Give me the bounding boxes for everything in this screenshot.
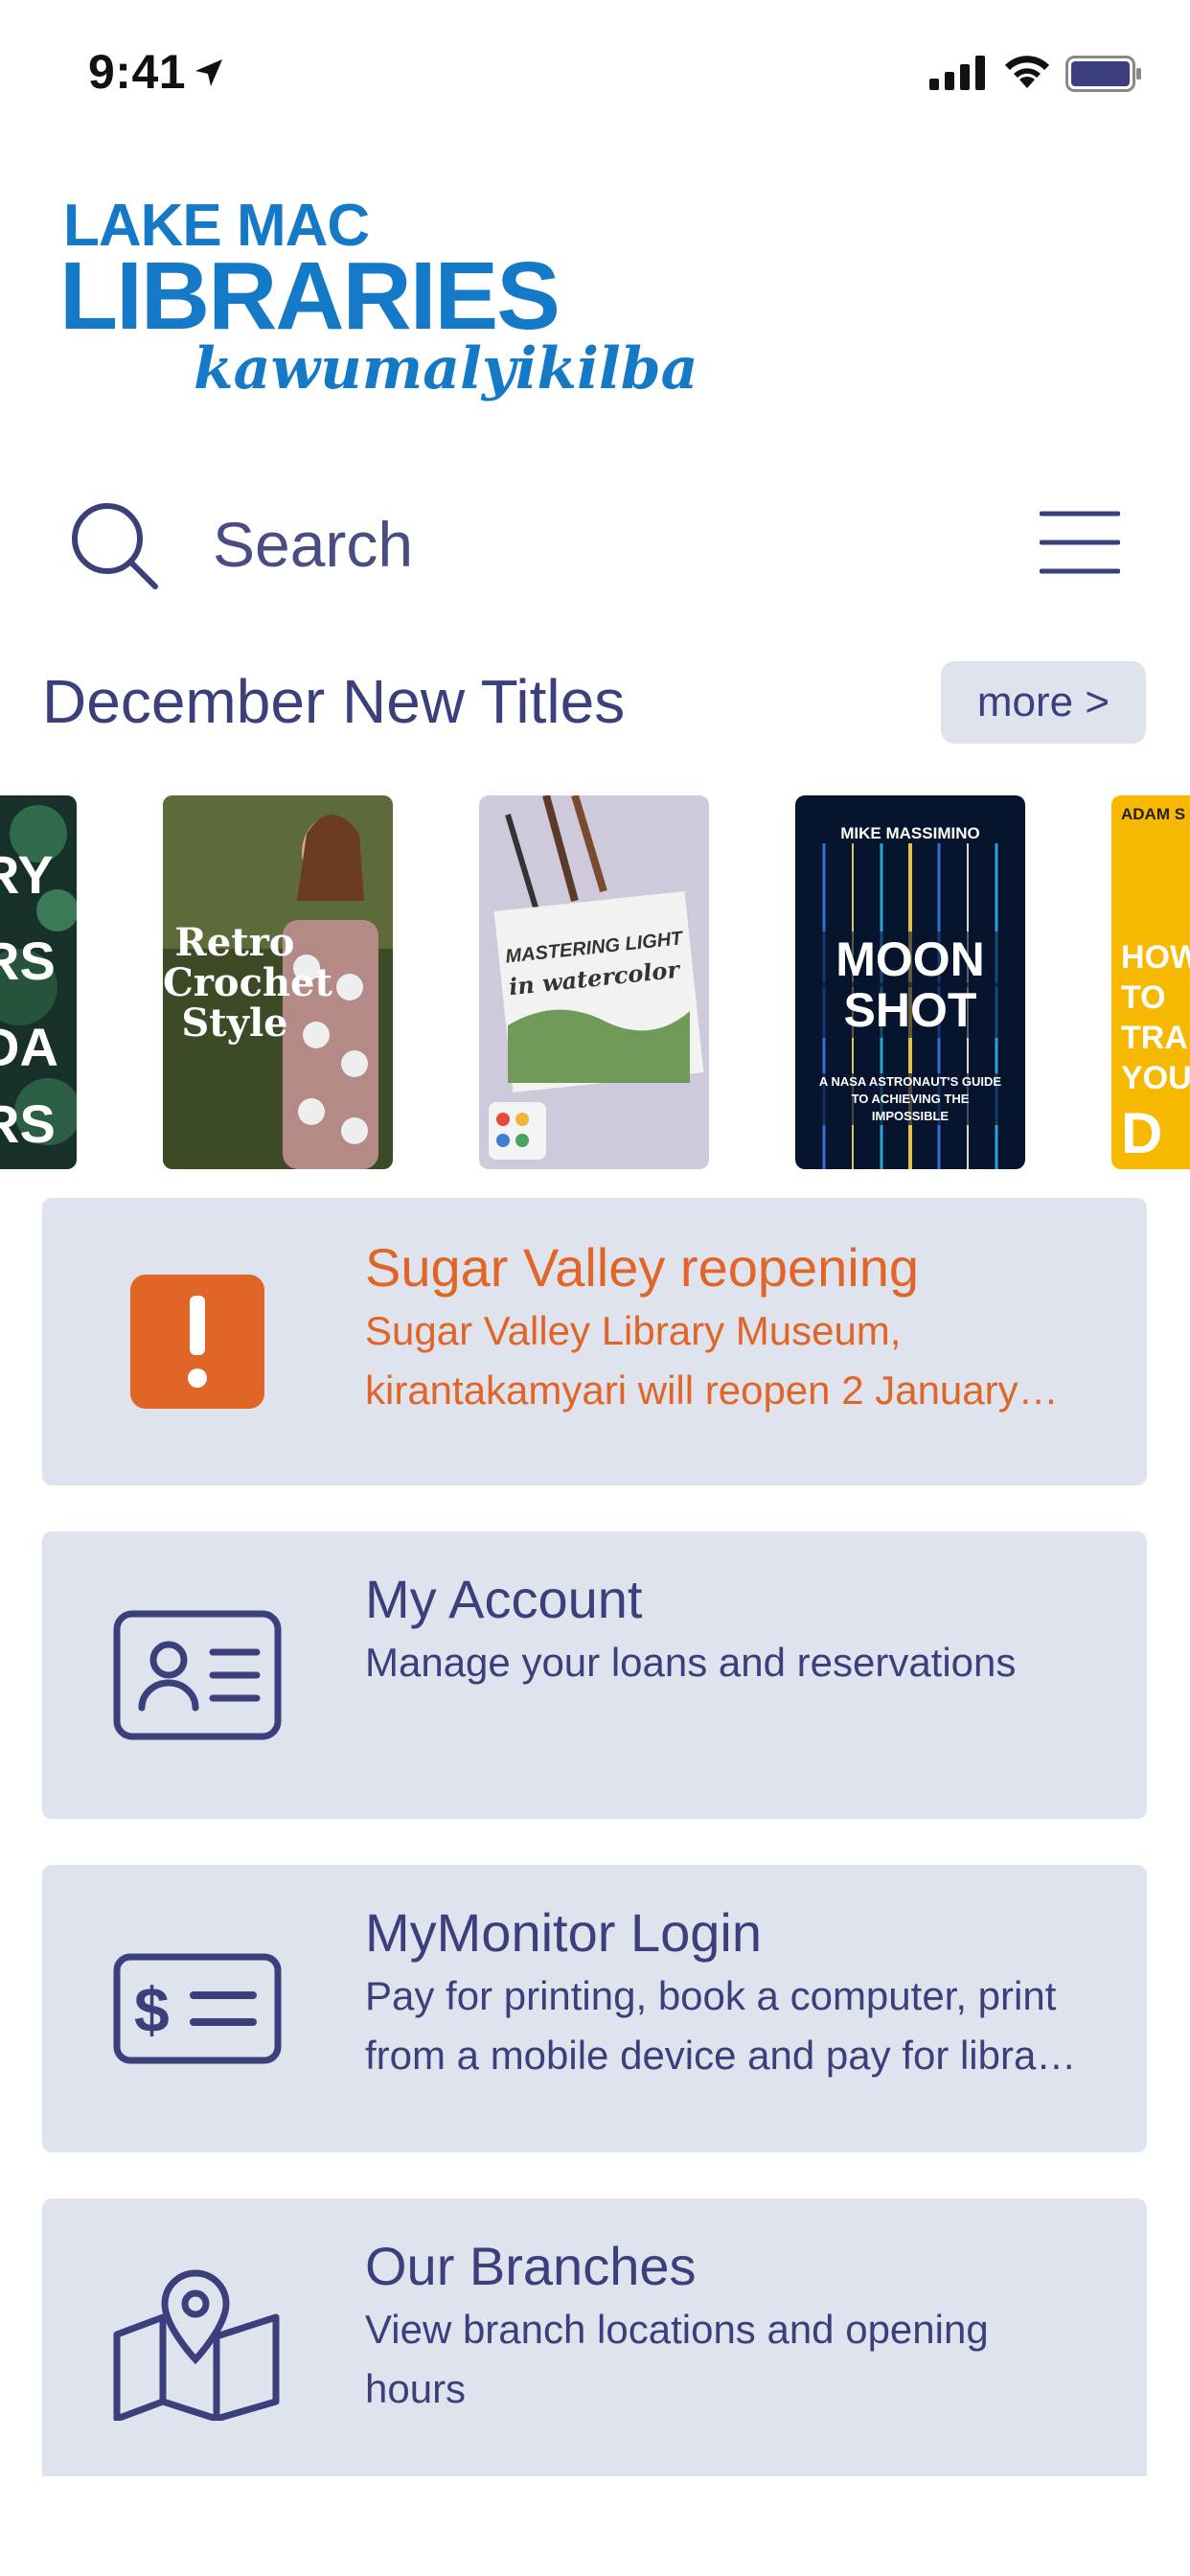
status-time: 9:41 xyxy=(88,45,187,99)
status-bar: 9:41 xyxy=(0,0,1190,144)
card-description: View branch locations and opening hours xyxy=(365,2300,1122,2419)
id-card-icon xyxy=(113,1610,282,1740)
battery-icon xyxy=(1065,56,1141,92)
wifi-icon xyxy=(1005,56,1049,88)
new-titles-carousel[interactable]: RY RS DA RS Retro Crochet Style xyxy=(0,795,1190,1169)
card-description-line: View branch locations and opening xyxy=(365,2307,989,2352)
cellular-signal-icon xyxy=(929,56,985,90)
logo-line-3: kawumalyikilba xyxy=(194,335,698,402)
hamburger-menu-icon[interactable] xyxy=(1040,508,1120,577)
book-cover[interactable]: Retro Crochet Style xyxy=(163,795,393,1169)
location-arrow-icon xyxy=(195,59,222,86)
our-branches-card[interactable]: Our Branches View branch locations and o… xyxy=(42,2198,1147,2476)
book-cover[interactable]: RY RS DA RS xyxy=(0,795,77,1169)
more-button[interactable]: more > xyxy=(941,661,1146,744)
book-cover-line: YOU xyxy=(1121,1060,1190,1096)
library-logo: LAKE MAC LIBRARIES kawumalyikilba xyxy=(59,192,698,412)
section-title: December New Titles xyxy=(42,667,626,736)
map-pin-icon xyxy=(113,2269,280,2421)
card-title: Our Branches xyxy=(365,2236,697,2296)
card-description-line: kirantakamyari will reopen 2 January… xyxy=(365,1368,1059,1413)
book-cover-line: Retro xyxy=(174,920,295,965)
book-cover-line: D xyxy=(1121,1101,1163,1165)
mymonitor-login-card[interactable]: $ MyMonitor Login Pay for printing, book… xyxy=(42,1865,1147,2152)
card-title: My Account xyxy=(365,1569,643,1629)
alert-card-sugar-valley[interactable]: Sugar Valley reopening Sugar Valley Libr… xyxy=(42,1198,1147,1485)
card-description: Sugar Valley Library Museum, kirantakamy… xyxy=(365,1301,1122,1420)
book-cover-line: MOON xyxy=(795,932,1025,987)
book-cover[interactable]: MIKE MASSIMINO MOON SHOT A NASA ASTRONAU… xyxy=(795,795,1025,1169)
card-description: Pay for printing, book a computer, print… xyxy=(365,1966,1122,2085)
payment-icon: $ xyxy=(113,1953,282,2064)
home-screen: 9:41 LAKE MAC LIBRARIES kawumalyikilba S… xyxy=(0,0,1190,2576)
search-input[interactable] xyxy=(213,506,883,583)
card-description-line: Manage your loans and reservations xyxy=(365,1640,1017,1685)
search-bar xyxy=(0,479,1190,613)
book-cover-line: SHOT xyxy=(795,982,1025,1038)
card-description-line: hours xyxy=(365,2366,467,2411)
book-cover-line: RY xyxy=(0,844,54,905)
my-account-card[interactable]: My Account Manage your loans and reserva… xyxy=(42,1531,1147,1819)
alert-icon xyxy=(130,1275,264,1409)
book-cover-line: HOW xyxy=(1121,939,1190,976)
svg-text:$: $ xyxy=(134,1974,170,2045)
card-title: MyMonitor Login xyxy=(365,1902,762,1963)
book-cover[interactable]: MASTERING LIGHT in watercolor xyxy=(479,795,709,1169)
book-cover-line: Style xyxy=(181,1000,288,1046)
card-title: Sugar Valley reopening xyxy=(365,1237,920,1298)
book-subtitle: A NASA ASTRONAUT'S GUIDE TO ACHIEVING TH… xyxy=(814,1073,1006,1125)
book-cover-line: TO xyxy=(1121,979,1166,1016)
book-author: ADAM S xyxy=(1121,805,1186,823)
book-cover-line: RS xyxy=(0,931,56,991)
book-author: MIKE MASSIMINO xyxy=(840,824,980,842)
card-description-line: Pay for printing, book a computer, print xyxy=(365,1973,1057,2018)
card-description: Manage your loans and reservations xyxy=(365,1633,1122,1692)
book-cover-line: RS xyxy=(0,1093,56,1154)
book-cover[interactable]: ADAM S HOW TO TRA YOU D xyxy=(1111,795,1190,1169)
card-description-line: Sugar Valley Library Museum, xyxy=(365,1308,902,1353)
card-description-line: from a mobile device and pay for libra… xyxy=(365,2033,1077,2078)
book-cover-line: TRA xyxy=(1121,1020,1188,1056)
book-cover-line: Crochet xyxy=(163,960,332,1005)
book-cover-line: DA xyxy=(0,1017,58,1077)
search-icon[interactable] xyxy=(67,498,163,594)
